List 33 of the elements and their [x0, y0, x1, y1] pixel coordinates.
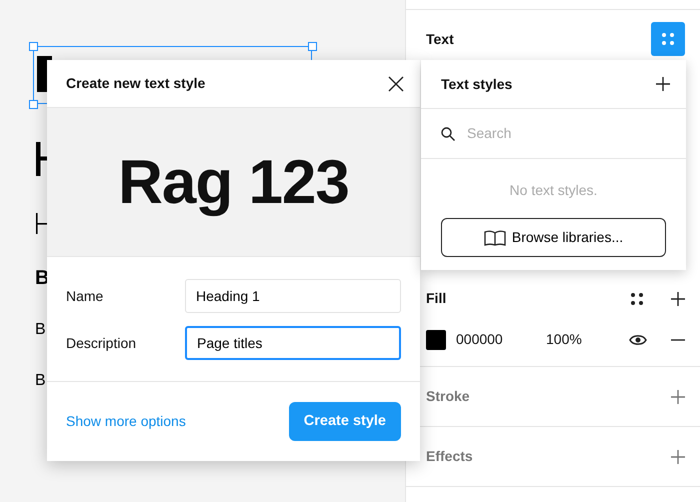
- color-swatch[interactable]: [426, 330, 446, 350]
- grid-icon: [661, 32, 675, 46]
- text-layer: B: [35, 373, 46, 389]
- show-more-link[interactable]: Show more options: [66, 411, 186, 432]
- letter-fragment: [36, 213, 48, 234]
- search-icon: [441, 126, 455, 140]
- section-title: Fill: [426, 289, 446, 308]
- opacity-value[interactable]: 100%: [546, 329, 582, 350]
- eye-icon[interactable]: [629, 332, 647, 346]
- field-label: Name: [66, 286, 104, 306]
- browse-libraries-button[interactable]: Browse libraries...: [441, 218, 666, 257]
- section-title: Stroke: [426, 387, 470, 406]
- input-field[interactable]: Heading 1: [185, 279, 401, 313]
- input-field[interactable]: Page titles: [185, 326, 401, 360]
- plus-icon[interactable]: [656, 77, 670, 91]
- resize-handle[interactable]: [29, 42, 38, 51]
- letter-fragment: [36, 142, 48, 176]
- popover-title: Text styles: [441, 74, 512, 94]
- section-title: Effects: [426, 447, 473, 466]
- plus-icon[interactable]: [671, 292, 685, 306]
- resize-handle[interactable]: [29, 100, 38, 109]
- field-label: Description: [66, 334, 138, 353]
- hex-value[interactable]: 000000: [456, 329, 546, 350]
- close-icon[interactable]: [388, 76, 404, 92]
- grid-icon[interactable]: [630, 292, 644, 306]
- book-icon: [484, 230, 506, 246]
- section-title: Text: [426, 30, 454, 48]
- text-layer: B: [35, 322, 46, 338]
- empty-message: No text styles.: [508, 181, 598, 200]
- preview-text: Rag 123: [118, 146, 349, 218]
- dialog-title: Create new text style: [66, 74, 206, 93]
- resize-handle[interactable]: [308, 42, 317, 51]
- styles-button[interactable]: [651, 22, 685, 56]
